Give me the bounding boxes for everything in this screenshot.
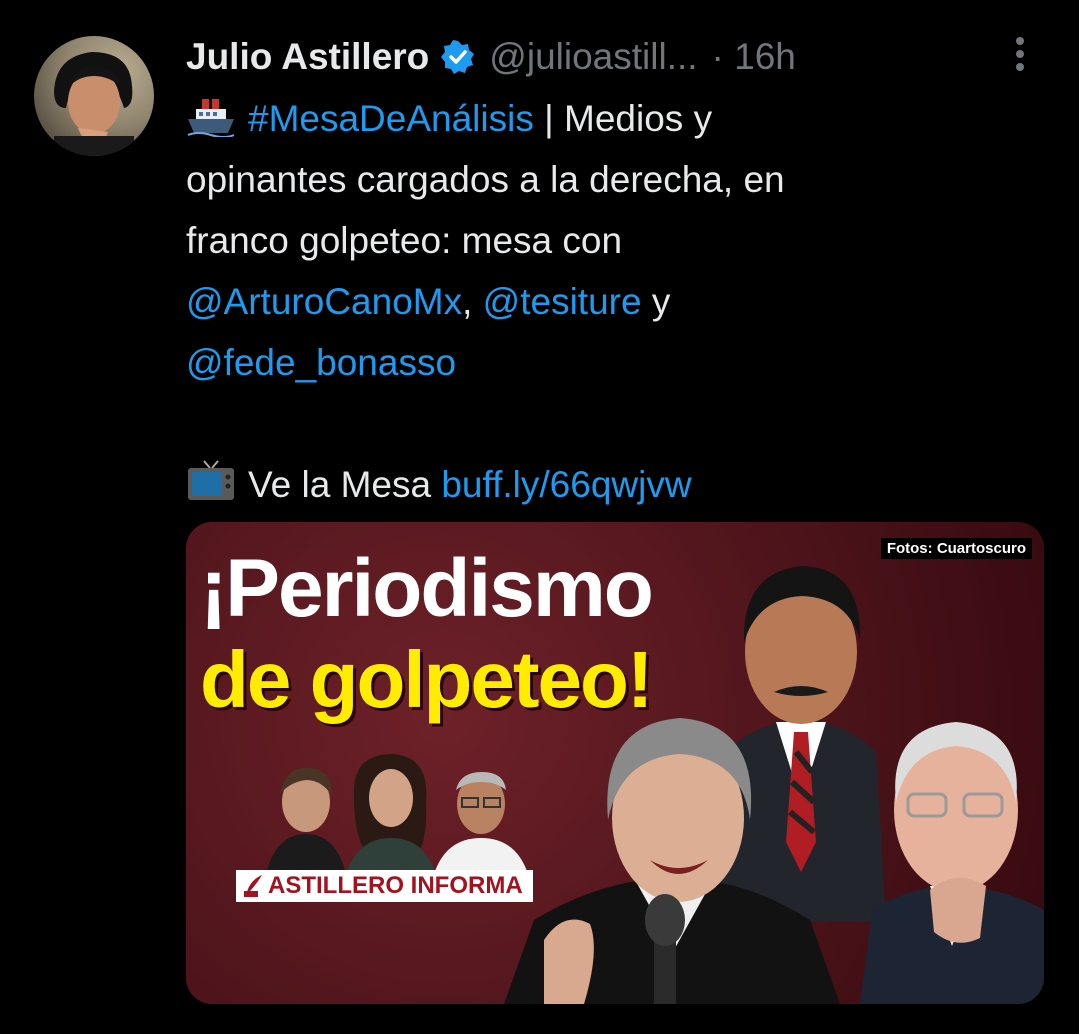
portrait-woman-microphone bbox=[504, 710, 840, 1004]
tweet-header: Julio Astillero @julioastill... · 16h bbox=[186, 32, 796, 82]
mention-fede-bonasso[interactable]: @fede_bonasso bbox=[186, 342, 456, 383]
tweet-text-line2: opinantes cargados a la derecha, en bbox=[186, 159, 785, 200]
media-headline-line1: ¡Periodismo bbox=[200, 543, 654, 634]
separator: , bbox=[462, 281, 483, 322]
tweet-text: #MesaDeAnálisis | Medios y opinantes car… bbox=[186, 88, 1016, 515]
watch-label: Ve la Mesa bbox=[248, 464, 442, 505]
brand-name: ASTILLERO INFORMA bbox=[268, 872, 523, 899]
external-link[interactable]: buff.ly/66qwjvw bbox=[441, 464, 691, 505]
mention-tesiture[interactable]: @tesiture bbox=[483, 281, 642, 322]
author-name[interactable]: Julio Astillero bbox=[186, 36, 429, 78]
author-handle[interactable]: @julioastill... bbox=[489, 36, 697, 78]
tv-icon bbox=[186, 459, 236, 521]
tweet-text-line1: | Medios y bbox=[533, 98, 713, 139]
portrait-man-glasses bbox=[860, 710, 1044, 1004]
author-avatar[interactable] bbox=[34, 36, 154, 156]
hashtag-link[interactable]: #MesaDeAnálisis bbox=[248, 98, 534, 139]
brand-banner: ASTILLERO INFORMA bbox=[236, 870, 533, 902]
tweet-timestamp[interactable]: · 16h bbox=[712, 36, 796, 78]
more-options-icon[interactable] bbox=[1002, 32, 1038, 80]
tweet-media-image[interactable]: ¡Periodismo de golpeteo! Fotos: Cuartosc… bbox=[186, 522, 1044, 1004]
photo-credit: Fotos: Cuartoscuro bbox=[880, 538, 1032, 559]
quill-icon bbox=[242, 873, 264, 899]
verified-badge-icon[interactable] bbox=[441, 40, 475, 74]
mention-arturocanomx[interactable]: @ArturoCanoMx bbox=[186, 281, 462, 322]
tweet-text-line3: franco golpeteo: mesa con bbox=[186, 220, 623, 261]
separator: y bbox=[641, 281, 671, 322]
ship-icon bbox=[186, 94, 236, 155]
